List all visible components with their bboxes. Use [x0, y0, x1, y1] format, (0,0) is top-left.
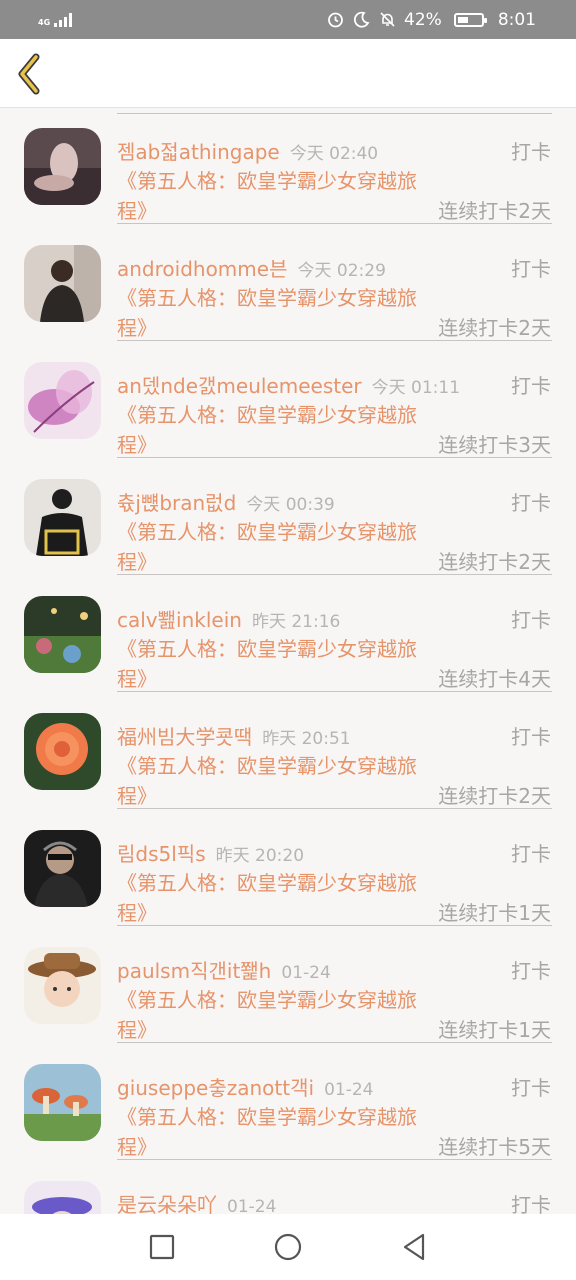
recent-apps-button[interactable] [148, 1233, 176, 1261]
home-icon [274, 1233, 302, 1261]
checkin-label: 打卡 [511, 725, 551, 749]
checkin-time: 今天 00:39 [246, 495, 335, 515]
list-item[interactable]: an뎄nde갨meulemeester 今天 01:11 打卡 《第五人格：欧皇学… [0, 342, 576, 459]
avatar[interactable] [24, 479, 101, 556]
streak-count: 连续打卡1天 [438, 901, 551, 925]
list-item[interactable]: 是云朵朵吖 01-24 打卡 [0, 1161, 576, 1214]
checkin-time: 昨天 20:51 [262, 729, 351, 749]
avatar[interactable] [24, 596, 101, 673]
user-name: 是云朵朵吖 01-24 [117, 1189, 276, 1214]
list-item[interactable]: 림ds5l픽s 昨天 20:20 打卡 《第五人格：欧皇学霸少女穿越旅程》 连续打… [0, 810, 576, 927]
status-bar: 4G 42% 8:01 [0, 0, 576, 39]
book-title[interactable]: 《第五人格：欧皇学霸少女穿越旅程》 [117, 985, 417, 1045]
checkin-time: 01-24 [227, 1197, 277, 1214]
book-title[interactable]: 《第五人格：欧皇学霸少女穿越旅程》 [117, 400, 417, 460]
user-name: 福州빔大学쿗땍 昨天 20:51 [117, 725, 351, 749]
avatar[interactable] [24, 1064, 101, 1141]
network-indicator: 4G [38, 12, 73, 27]
checkin-list[interactable]: 젬ab젋athingape 今天 02:40 打卡 《第五人格：欧皇学霸少女穿越旅… [0, 108, 576, 1214]
list-item[interactable]: androidhomme븐 今天 02:29 打卡 《第五人格：欧皇学霸少女穿越旅… [0, 225, 576, 342]
checkin-label: 打卡 [511, 374, 551, 398]
battery-icon [453, 12, 487, 27]
list-item[interactable]: calv뾆inklein 昨天 21:16 打卡 《第五人格：欧皇学霸少女穿越旅程… [0, 576, 576, 693]
list-item[interactable]: paulsm직갠it쬁h 01-24 打卡 《第五人格：欧皇学霸少女穿越旅程》 连… [0, 927, 576, 1044]
moon-icon [352, 11, 370, 29]
divider [117, 808, 552, 809]
home-button[interactable] [274, 1233, 302, 1261]
book-title[interactable]: 《第五人格：欧皇学霸少女穿越旅程》 [117, 283, 417, 343]
user-name: calv뾆inklein 昨天 21:16 [117, 608, 341, 632]
checkin-time: 01-24 [324, 1080, 374, 1100]
checkin-time: 今天 02:40 [289, 144, 379, 164]
user-name: an뎄nde갨meulemeester 今天 01:11 [117, 374, 461, 398]
battery-percent: 42% [404, 9, 442, 30]
list-item[interactable]: 츇j뺹bran럾d 今天 00:39 打卡 《第五人格：欧皇学霸少女穿越旅程》 连… [0, 459, 576, 576]
user-name: 림ds5l픽s 昨天 20:20 [117, 842, 305, 866]
divider [117, 340, 552, 341]
checkin-label: 打卡 [511, 140, 551, 164]
back-triangle-icon [403, 1233, 425, 1261]
clock: 8:01 [497, 9, 536, 30]
checkin-label: 打卡 [511, 842, 551, 866]
streak-count: 连续打卡2天 [438, 199, 551, 223]
checkin-label: 打卡 [511, 491, 551, 515]
list-item[interactable]: giuseppe춯zanott객i 01-24 打卡 《第五人格：欧皇学霸少女穿越… [0, 1044, 576, 1161]
checkin-label: 打卡 [511, 1193, 551, 1214]
mute-bell-icon [378, 11, 396, 29]
streak-count: 连续打卡4天 [438, 667, 551, 691]
checkin-label: 打卡 [511, 608, 551, 632]
streak-count: 连续打卡3天 [438, 433, 551, 457]
chevron-left-icon [18, 53, 40, 95]
avatar[interactable] [24, 947, 101, 1024]
top-header [0, 39, 576, 108]
avatar[interactable] [24, 245, 101, 322]
avatar[interactable] [24, 128, 101, 205]
book-title[interactable]: 《第五人格：欧皇学霸少女穿越旅程》 [117, 517, 417, 577]
user-name: giuseppe춯zanott객i 01-24 [117, 1076, 374, 1100]
avatar[interactable] [24, 830, 101, 907]
signal-icon [54, 12, 73, 27]
checkin-label: 打卡 [511, 1076, 551, 1100]
checkin-time: 昨天 20:20 [215, 846, 305, 866]
alarm-icon [326, 11, 344, 29]
back-button[interactable] [14, 53, 46, 95]
divider [117, 1042, 552, 1043]
streak-count: 连续打卡1天 [438, 1018, 551, 1042]
checkin-time: 昨天 21:16 [251, 612, 341, 632]
avatar[interactable] [24, 362, 101, 439]
streak-count: 连续打卡2天 [438, 550, 551, 574]
divider [117, 691, 552, 692]
system-nav-bar [0, 1214, 576, 1280]
book-title[interactable]: 《第五人格：欧皇学霸少女穿越旅程》 [117, 634, 417, 694]
book-title[interactable]: 《第五人格：欧皇学霸少女穿越旅程》 [117, 1102, 417, 1162]
streak-count: 连续打卡2天 [438, 784, 551, 808]
book-title[interactable]: 《第五人格：欧皇学霸少女穿越旅程》 [117, 868, 417, 928]
recent-apps-icon [149, 1234, 175, 1260]
divider [117, 574, 552, 575]
user-name: 젬ab젋athingape 今天 02:40 [117, 140, 379, 164]
checkin-time: 今天 02:29 [297, 261, 386, 281]
nav-back-button[interactable] [400, 1233, 428, 1261]
avatar[interactable] [24, 713, 101, 790]
book-title[interactable]: 《第五人格：欧皇学霸少女穿越旅程》 [117, 751, 417, 811]
checkin-label: 打卡 [511, 959, 551, 983]
network-type: 4G [38, 17, 51, 27]
list-item[interactable]: 젬ab젋athingape 今天 02:40 打卡 《第五人格：欧皇学霸少女穿越旅… [0, 108, 576, 225]
book-title[interactable]: 《第五人格：欧皇学霸少女穿越旅程》 [117, 166, 417, 226]
list-item[interactable]: 福州빔大学쿗땍 昨天 20:51 打卡 《第五人格：欧皇学霸少女穿越旅程》 连续打… [0, 693, 576, 810]
divider [117, 457, 552, 458]
user-name: 츇j뺹bran럾d 今天 00:39 [117, 491, 335, 515]
checkin-time: 今天 01:11 [371, 378, 461, 398]
user-name: androidhomme븐 今天 02:29 [117, 257, 386, 281]
streak-count: 连续打卡5天 [438, 1135, 551, 1159]
user-name: paulsm직갠it쬁h 01-24 [117, 959, 331, 983]
avatar[interactable] [24, 1181, 101, 1214]
streak-count: 连续打卡2天 [438, 316, 551, 340]
checkin-time: 01-24 [281, 963, 331, 983]
divider [117, 223, 552, 224]
checkin-label: 打卡 [511, 257, 551, 281]
divider [117, 925, 552, 926]
divider [117, 1159, 552, 1160]
